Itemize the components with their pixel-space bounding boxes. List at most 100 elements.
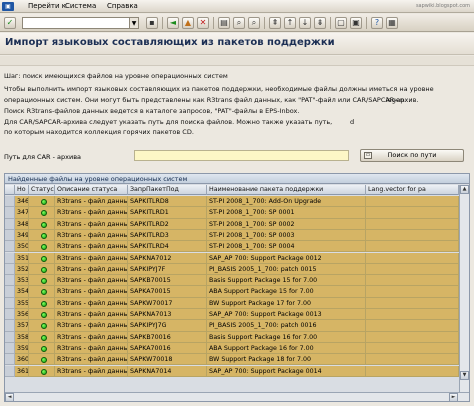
column-header-package-name[interactable]: Наименование пакета поддержки [207, 185, 366, 195]
table-row[interactable]: 358 R3trans - файл данных ◆SAPKB70016Basi… [5, 331, 459, 343]
status-desc-text: R3trans - файл данных [57, 231, 128, 239]
car-path-label: Путь для CAR - архива [4, 153, 82, 161]
cell-package-name: ABA Support Package 16 for 7.00 [207, 342, 366, 355]
cell-package: SAPKA70015 [128, 286, 207, 298]
cell-no: 359 [15, 342, 29, 355]
column-header-lang-vector[interactable]: Lang.vector for pa [366, 185, 459, 195]
search-by-path-button[interactable]: ▭ Поиск по пути [360, 149, 464, 162]
table-row[interactable]: 351 R3trans - файл данных ◆SAPKNA7012SAP_… [5, 252, 459, 264]
save-icon[interactable]: ▪ [146, 17, 158, 29]
row-selector[interactable] [5, 252, 15, 264]
last-page-icon[interactable]: ⇟ [314, 17, 326, 29]
chevron-down-icon[interactable]: ▼ [130, 17, 139, 29]
horizontal-scrollbar[interactable]: ◄ ► [5, 392, 469, 402]
row-selector[interactable] [5, 263, 15, 276]
status-lamp [29, 309, 55, 321]
cell-package: SAPKITLRD3 [128, 229, 207, 242]
next-page-icon[interactable]: ↓ [299, 17, 311, 29]
cell-package: SAPKITLRD2 [128, 218, 207, 230]
table-row[interactable]: 357 R3trans - файл данных ◆SAPKIPYJ7GPI_B… [5, 320, 459, 332]
table-row[interactable]: 354 R3trans - файл данных ◆SAPKA70015ABA … [5, 286, 459, 298]
standard-toolbar: ✓ ▼ ▪ ◄ ▲ ✕ ▤ ⌕ ⌕ ⇞ ↑ ↓ ⇟ ▢ ▣ ? ▦ [0, 14, 474, 32]
new-session-icon[interactable]: ▢ [335, 17, 347, 29]
row-selector[interactable] [5, 196, 15, 208]
cell-no: 349 [15, 229, 29, 242]
print-icon[interactable]: ▤ [218, 17, 230, 29]
column-header-package[interactable]: ЗапрПакетПод [128, 185, 207, 195]
menu-help[interactable]: Справка [107, 0, 138, 13]
cell-no: 361 [15, 365, 29, 377]
row-selector[interactable] [5, 241, 15, 253]
table-row[interactable]: 359 R3trans - файл данных ◆SAPKA70016ABA … [5, 342, 459, 355]
cell-status-desc: R3trans - файл данных ◆ [55, 342, 128, 355]
green-light-icon [41, 289, 47, 296]
menu-system[interactable]: Система [65, 0, 96, 13]
row-selector[interactable] [5, 229, 15, 242]
table-row[interactable]: 348 R3trans - файл данных ◆SAPKITLRD2ST-P… [5, 218, 459, 230]
status-lamp [29, 241, 55, 253]
table-row[interactable]: 361 R3trans - файл данных ◆SAPKNA7014SAP_… [5, 365, 459, 377]
scroll-up-icon[interactable]: ▲ [460, 185, 469, 194]
menu-goto[interactable]: Перейти к [28, 0, 66, 13]
car-path-input[interactable] [134, 150, 349, 161]
row-selector[interactable] [5, 342, 15, 355]
table-row[interactable]: 355 R3trans - файл данных ◆SAPKW70017BW S… [5, 297, 459, 309]
status-lamp [29, 342, 55, 355]
back-icon[interactable]: ◄ [167, 17, 179, 29]
description-line: Поиск R3trans-файлов данных ведется в ка… [4, 107, 300, 115]
status-desc-text: R3trans - файл данных [57, 311, 128, 318]
description-line: Для CAR/SAPCAR-архива следует указать пу… [4, 118, 333, 126]
green-light-icon [41, 221, 47, 228]
row-selector[interactable] [5, 365, 15, 377]
row-selector[interactable] [5, 218, 15, 230]
row-selector[interactable] [5, 320, 15, 332]
layout-icon[interactable]: ▦ [386, 17, 398, 29]
table-row[interactable]: 350 R3trans - файл данных ◆SAPKITLRD4ST-P… [5, 241, 459, 253]
scroll-left-icon[interactable]: ◄ [5, 393, 14, 402]
table-row[interactable]: 349 R3trans - файл данных ◆SAPKITLRD3ST-P… [5, 229, 459, 242]
row-selector[interactable] [5, 207, 15, 219]
help-icon[interactable]: ? [371, 17, 383, 29]
table-row[interactable]: 360 R3trans - файл данных ◆SAPKW70018BW S… [5, 354, 459, 366]
status-lamp [29, 286, 55, 298]
table-row[interactable]: 346 R3trans - файл данных ◆SAPKITLRD8ST-P… [5, 196, 459, 208]
column-header-status[interactable]: Статус [29, 185, 55, 195]
table-header: Но Статус Описание статуса ЗапрПакетПод … [5, 185, 469, 195]
scroll-down-icon[interactable]: ▼ [460, 371, 469, 380]
row-selector[interactable] [5, 275, 15, 287]
column-header-no[interactable]: Но [15, 185, 29, 195]
table-row[interactable]: 356 R3trans - файл данных ◆SAPKNA7013SAP_… [5, 309, 459, 321]
cell-package-name: Basis Support Package 16 for 7.00 [207, 331, 366, 343]
command-field[interactable] [22, 17, 130, 29]
cell-package-name: SAP_AP 700: Support Package 0013 [207, 309, 366, 321]
status-lamp [29, 320, 55, 332]
description-line: по которым находится коллекция горячих п… [4, 128, 194, 136]
scroll-right-icon[interactable]: ► [449, 393, 458, 402]
cell-lang-vector [366, 286, 459, 298]
check-icon[interactable]: ✓ [4, 17, 16, 29]
column-header-status-desc[interactable]: Описание статуса [55, 185, 128, 195]
shortcut-icon[interactable]: ▣ [350, 17, 362, 29]
cell-package: SAPKNA7013 [128, 309, 207, 321]
row-selector[interactable] [5, 297, 15, 309]
cell-lang-vector [366, 229, 459, 242]
table-row[interactable]: 347 R3trans - файл данных ◆SAPKITLRD1ST-P… [5, 207, 459, 219]
row-selector[interactable] [5, 309, 15, 321]
exit-icon[interactable]: ▲ [182, 17, 194, 29]
status-desc-text: R3trans - файл данных [57, 333, 128, 341]
status-lamp [29, 252, 55, 264]
table-row[interactable]: 353 R3trans - файл данных ◆SAPKB70015Basi… [5, 275, 459, 287]
find-next-icon[interactable]: ⌕ [248, 17, 260, 29]
find-icon[interactable]: ⌕ [233, 17, 245, 29]
first-page-icon[interactable]: ⇞ [269, 17, 281, 29]
cancel-icon[interactable]: ✕ [197, 17, 209, 29]
cell-lang-vector [366, 297, 459, 309]
table-row[interactable]: 352 R3trans - файл данных ◆SAPKIPYJ7FPI_B… [5, 263, 459, 276]
cell-status-desc: R3trans - файл данных ◆ [55, 241, 128, 253]
row-selector[interactable] [5, 331, 15, 343]
column-select-all[interactable] [5, 185, 15, 195]
prev-page-icon[interactable]: ↑ [284, 17, 296, 29]
vertical-scrollbar[interactable]: ▲ ▼ [459, 185, 469, 392]
row-selector[interactable] [5, 354, 15, 366]
row-selector[interactable] [5, 286, 15, 298]
